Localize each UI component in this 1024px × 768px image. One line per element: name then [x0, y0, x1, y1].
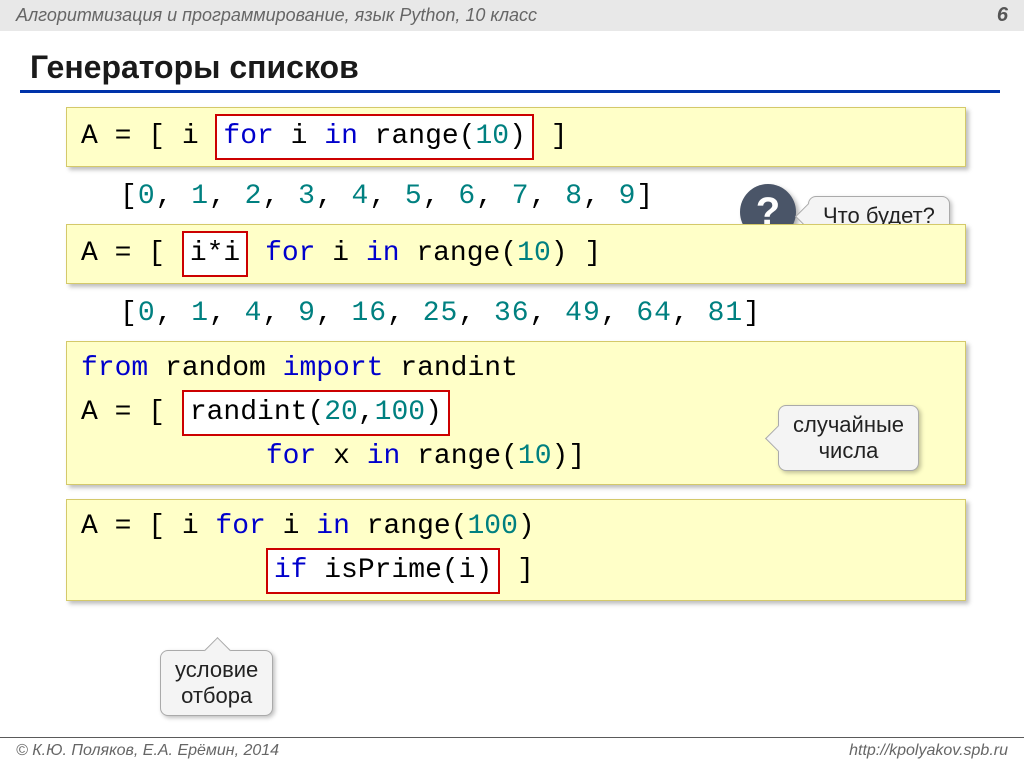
code-text: x [316, 441, 366, 472]
breadcrumb: Алгоритмизация и программирование, язык … [16, 5, 537, 26]
title-underline [20, 90, 1000, 93]
code-text [81, 441, 266, 472]
code-text: A = [ [81, 397, 182, 428]
code-text [81, 555, 266, 586]
code-keyword: in [367, 441, 401, 472]
slide-content: Генераторы списков A = [ i for i in rang… [0, 31, 1024, 601]
filter-callout: условие отбора [160, 650, 273, 716]
highlighted-code: i*i [182, 231, 248, 277]
code-text: A = [ [81, 238, 182, 269]
code-text: A = [ i [81, 121, 215, 152]
copyright: © К.Ю. Поляков, Е.А. Ерёмин, 2014 [16, 742, 279, 760]
code-block-2: A = [ i*i for i in range(10) ] [66, 224, 966, 284]
highlighted-code: if isPrime(i) [266, 548, 500, 594]
code-keyword: import [283, 353, 384, 384]
code-text: random [148, 353, 282, 384]
slide-header: Алгоритмизация и программирование, язык … [0, 0, 1024, 31]
code-text: A = [ i [81, 511, 215, 542]
code-text: ] [534, 121, 568, 152]
random-callout: случайные числа [778, 405, 919, 471]
page-number: 6 [997, 4, 1008, 27]
result-output-2: [0, 1, 4, 9, 16, 25, 36, 49, 64, 81] [120, 298, 994, 329]
code-block-1: A = [ i for i in range(10) ] [66, 107, 966, 167]
highlighted-code: randint(20,100) [182, 390, 450, 436]
code-keyword: from [81, 353, 148, 384]
slide-title: Генераторы списков [30, 49, 994, 86]
code-block-4: A = [ i for i in range(100) if isPrime(i… [66, 499, 966, 601]
code-text: range(10)] [400, 441, 585, 472]
highlighted-code: for i in range(10) [215, 114, 534, 160]
footer-url: http://kpolyakov.spb.ru [849, 742, 1008, 760]
code-text: randint [383, 353, 517, 384]
code-text: for i in range(10) ] [248, 238, 601, 269]
code-keyword: for [266, 441, 316, 472]
slide-footer: © К.Ю. Поляков, Е.А. Ерёмин, 2014 http:/… [0, 737, 1024, 760]
